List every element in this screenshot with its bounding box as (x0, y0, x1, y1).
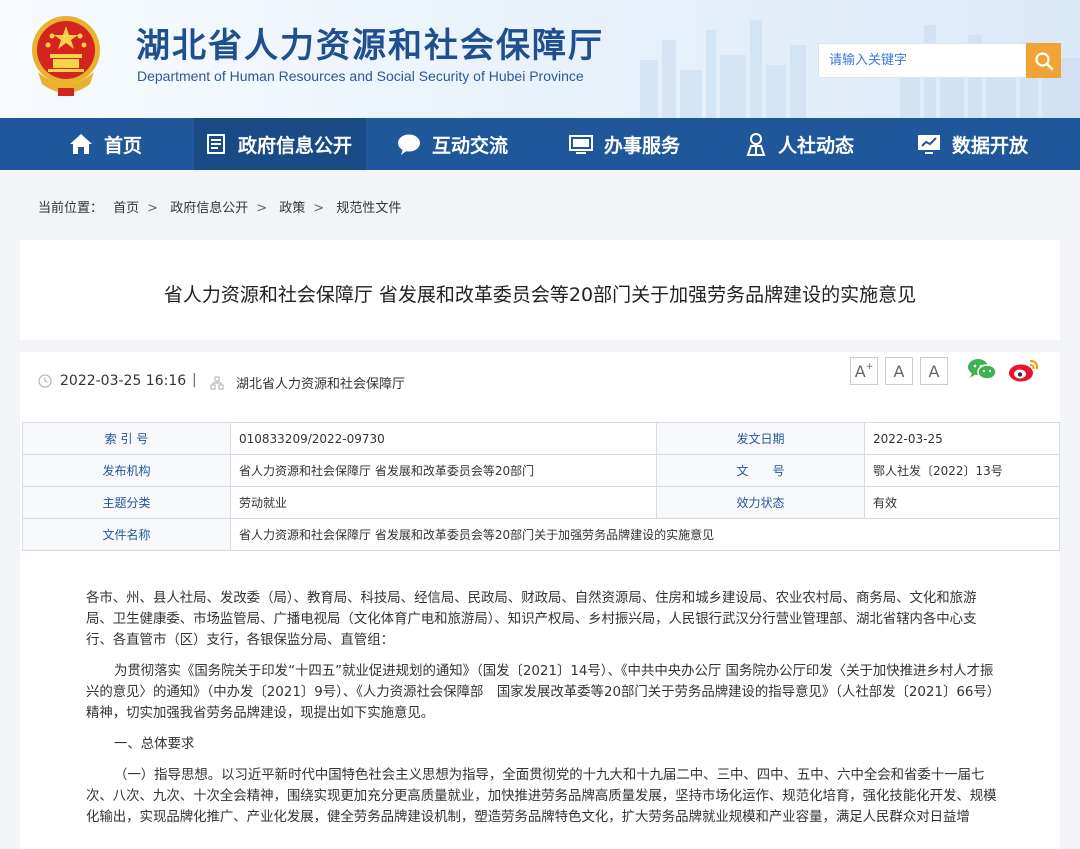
article-body: 各市、州、县人社局、发改委（局）、教育局、科技局、经信局、民政局、财政局、自然资… (86, 588, 998, 838)
doc-number-label: 文 号 (656, 454, 865, 487)
meta-divider: | (192, 372, 197, 388)
home-icon (70, 134, 92, 154)
table-row: 主题分类 劳动就业 效力状态 有效 (22, 486, 1060, 519)
main-nav: 首页 政府信息公开 互动交流 办事服务 人社动态 数据开放 (0, 118, 1080, 170)
nav-item-open-data[interactable]: 数据开放 (916, 118, 1028, 170)
weibo-icon (1009, 359, 1039, 382)
table-row: 索 引 号 010833209/2022-09730 发文日期 2022-03-… (22, 422, 1060, 455)
monitor-icon (569, 135, 593, 154)
clock-icon (38, 374, 52, 388)
publisher-label: 发布机构 (22, 454, 231, 487)
breadcrumb-prefix: 当前位置： (38, 201, 104, 216)
topic-label: 主题分类 (22, 486, 231, 519)
document-list-icon (207, 134, 225, 154)
body-paragraph: （一）指导思想。以习近平新时代中国特色社会主义思想为指导，全面贯彻党的十九大和十… (86, 768, 997, 825)
nav-item-news[interactable]: 人社动态 (744, 118, 854, 170)
font-size-reset-button[interactable]: A (885, 357, 913, 385)
person-icon (746, 133, 766, 156)
share-wechat-button[interactable] (967, 357, 997, 387)
breadcrumb: 当前位置： 首页 > 政府信息公开 > 政策 > 规范性文件 (38, 197, 407, 216)
breadcrumb-separator: > (147, 201, 159, 216)
table-row: 文件名称 省人力资源和社会保障厅 省发展和改革委员会等20部门关于加强劳务品牌建… (22, 518, 1060, 551)
publisher-value: 省人力资源和社会保障厅 省发展和改革委员会等20部门 (230, 454, 657, 487)
search-icon (1034, 51, 1053, 70)
index-label: 索 引 号 (22, 422, 231, 455)
breadcrumb-item-policy[interactable]: 政策 (279, 201, 305, 216)
national-emblem-icon (32, 16, 100, 96)
breadcrumb-item-normative-docs[interactable]: 规范性文件 (336, 201, 401, 216)
section-heading: 一、总体要求 (114, 737, 195, 752)
plus-icon: + (865, 362, 874, 372)
index-value: 010833209/2022-09730 (230, 422, 657, 455)
issue-date-value: 2022-03-25 (864, 422, 1060, 455)
body-paragraph: 为贯彻落实《国务院关于印发“十四五”就业促进规划的通知》（国发〔2021〕14号… (86, 664, 994, 721)
wechat-icon (968, 359, 997, 380)
topic-value: 劳动就业 (230, 486, 657, 519)
organization-icon (210, 375, 224, 390)
document-info-table: 索 引 号 010833209/2022-09730 发文日期 2022-03-… (22, 422, 1060, 551)
breadcrumb-item-gov-info[interactable]: 政府信息公开 (170, 201, 248, 216)
font-size-increase-button[interactable]: A + (850, 357, 878, 385)
breadcrumb-separator: > (256, 201, 268, 216)
breadcrumb-separator: > (313, 201, 325, 216)
site-subtitle: Department of Human Resources and Social… (137, 68, 584, 84)
article-source: 湖北省人力资源和社会保障厅 (210, 373, 405, 392)
table-row: 发布机构 省人力资源和社会保障厅 省发展和改革委员会等20部门 文 号 鄂人社发… (22, 454, 1060, 487)
status-label: 效力状态 (656, 486, 865, 519)
nav-item-gov-info[interactable]: 政府信息公开 (194, 118, 366, 170)
status-value: 有效 (864, 486, 1060, 519)
title-divider (20, 340, 1060, 352)
publish-date: 2022-03-25 16:16 (38, 373, 186, 389)
nav-item-home[interactable]: 首页 (68, 118, 142, 170)
body-paragraph: 各市、州、县人社局、发改委（局）、教育局、科技局、经信局、民政局、财政局、自然资… (86, 591, 977, 648)
search-button[interactable] (1026, 43, 1061, 78)
chart-screen-icon (918, 135, 940, 154)
issue-date-label: 发文日期 (656, 422, 865, 455)
site-title: 湖北省人力资源和社会保障厅 (136, 26, 604, 66)
breadcrumb-item-home[interactable]: 首页 (113, 201, 139, 216)
chat-bubble-icon (398, 134, 420, 155)
nav-item-interaction[interactable]: 互动交流 (396, 118, 508, 170)
site-header: 湖北省人力资源和社会保障厅 Department of Human Resour… (0, 0, 1080, 118)
share-weibo-button[interactable] (1008, 357, 1040, 387)
nav-item-services[interactable]: 办事服务 (568, 118, 680, 170)
search-input[interactable] (818, 43, 1026, 78)
font-size-decrease-button[interactable]: A (920, 357, 948, 385)
doc-number-value: 鄂人社发〔2022〕13号 (864, 454, 1060, 487)
filename-value: 省人力资源和社会保障厅 省发展和改革委员会等20部门关于加强劳务品牌建设的实施意… (230, 518, 1060, 551)
filename-label: 文件名称 (22, 518, 231, 551)
article-title: 省人力资源和社会保障厅 省发展和改革委员会等20部门关于加强劳务品牌建设的实施意… (163, 284, 917, 306)
